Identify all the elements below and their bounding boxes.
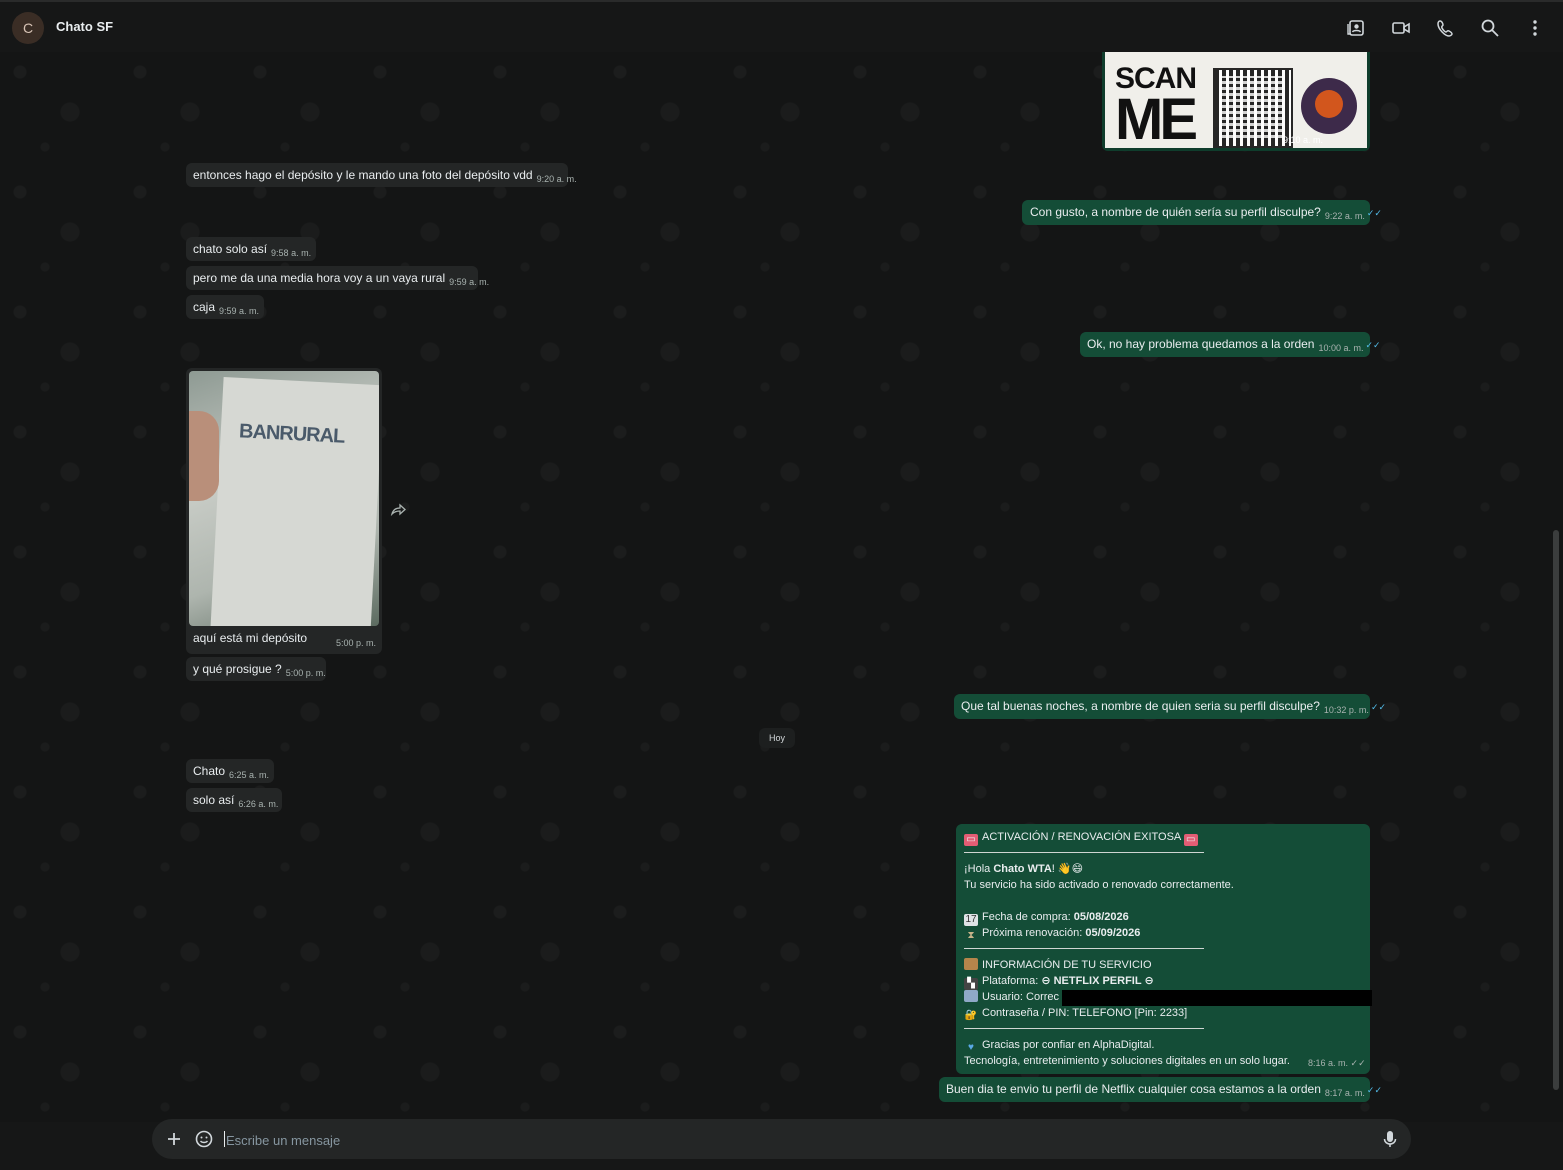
text-caret — [224, 1131, 225, 1147]
activation-message[interactable]: ▭ ACTIVACIÓN / RENOVACIÓN EXITOSA ▭ ¡Hola… — [956, 824, 1370, 1074]
message-text: solo así — [193, 793, 235, 807]
message-bubble-outgoing[interactable]: Que tal buenas noches, a nombre de quien… — [954, 694, 1386, 719]
hourglass-icon: ⧗ — [967, 930, 975, 941]
image-message-incoming[interactable]: BANRURAL aquí está mi depósito 5:00 p. m… — [186, 368, 382, 654]
divider — [964, 852, 1204, 853]
platform-value: ⊖ NETFLIX PERFIL ⊖ — [1041, 975, 1154, 987]
info-header: INFORMACIÓN DE TU SERVICIO — [982, 959, 1152, 971]
purchase-date: 05/08/2026 — [1073, 911, 1129, 923]
message-text: entonces hago el depósito y le mando una… — [193, 168, 533, 182]
read-ticks-icon: ✓✓ — [1370, 702, 1387, 712]
microphone-icon[interactable] — [1380, 1129, 1400, 1149]
message-time: 9:58 a. m. — [271, 248, 312, 258]
message-bubble-outgoing[interactable]: Con gusto, a nombre de quién sería su pe… — [1022, 200, 1382, 225]
receipt-thumb — [189, 411, 219, 501]
message-time: 9:59 a. m. — [449, 277, 490, 287]
forward-icon[interactable] — [390, 502, 406, 518]
message-time: 9:20 a. m. — [536, 174, 577, 184]
message-time: 8:17 a. m. — [1324, 1088, 1365, 1098]
message-text: pero me da una media hora voy a un vaya … — [193, 271, 446, 285]
message-text: Buen dia te envio tu perfil de Netflix c… — [946, 1082, 1321, 1096]
tagline: Tecnología, entretenimiento y soluciones… — [964, 1055, 1290, 1067]
message-text: chato solo así — [193, 242, 268, 256]
message-time: 10:00 a. m. — [1318, 343, 1364, 353]
message-text: y qué prosigue ? — [193, 662, 282, 676]
message-time: 10:32 p. m. — [1323, 705, 1369, 715]
lock-key-icon: 🔐 — [964, 1010, 978, 1021]
message-input[interactable] — [224, 1129, 1368, 1151]
package-icon — [964, 958, 978, 970]
message-bubble-incoming[interactable]: pero me da una media hora voy a un vaya … — [186, 266, 489, 290]
message-text: Chato — [193, 764, 226, 778]
image-caption: aquí está mi depósito — [193, 631, 308, 645]
customer-name: Chato WTA — [993, 863, 1052, 875]
platform-label: Plataforma: — [982, 975, 1042, 987]
qr-poster-image: SCAN ME — [1105, 52, 1367, 151]
message-bubble-incoming[interactable]: solo así 6:26 a. m. — [186, 788, 282, 812]
avatar[interactable]: C — [12, 12, 44, 44]
video-call-icon[interactable] — [1390, 17, 1412, 39]
greeting-prefix: ¡Hola — [964, 863, 994, 875]
chat-header: C Chato SF — [0, 2, 1563, 52]
attach-plus-icon[interactable] — [164, 1129, 184, 1149]
message-bubble-incoming[interactable]: entonces hago el depósito y le mando una… — [186, 163, 577, 187]
message-time-text: 8:16 a. m. — [1308, 1058, 1349, 1068]
ticket-icon: ▭ — [1183, 834, 1198, 846]
user-label: Usuario: Correc — [982, 991, 1060, 1003]
contact-name[interactable]: Chato SF — [56, 19, 113, 34]
divider — [964, 1028, 1204, 1029]
ticket-icon: ▭ — [964, 834, 978, 846]
thanks-line: Gracias por confiar en AlphaDigital. — [982, 1039, 1155, 1051]
search-icon[interactable] — [1479, 17, 1501, 39]
message-time: 6:25 a. m. — [229, 770, 270, 780]
read-ticks-icon: ✓✓ — [1366, 1085, 1383, 1095]
message-text: caja — [193, 300, 216, 314]
message-time: 9:10 a. m. — [1283, 135, 1324, 145]
deposit-receipt-photo[interactable]: BANRURAL — [189, 371, 379, 626]
emoji-sticker-icon[interactable] — [194, 1129, 214, 1149]
message-bubble-outgoing[interactable]: Buen dia te envio tu perfil de Netflix c… — [939, 1077, 1382, 1102]
contact-card-icon[interactable] — [1346, 17, 1368, 39]
message-bubble-incoming[interactable]: chato solo así 9:58 a. m. — [186, 237, 316, 261]
greeting-suffix: ! 👋😄 — [1051, 863, 1084, 875]
date-divider: Hoy — [759, 728, 795, 748]
message-text: Ok, no hay problema quedamos a la orden — [1087, 337, 1315, 351]
status-line: Tu servicio ha sido activado o renovado … — [964, 879, 1234, 891]
read-ticks-icon: ✓✓ — [1365, 340, 1381, 350]
password-line: Contraseña / PIN: TELEFONO [Pin: 2233] — [982, 1007, 1188, 1019]
message-text: Con gusto, a nombre de quién sería su pe… — [1030, 205, 1321, 219]
message-time: 9:22 a. m. — [1324, 211, 1365, 221]
purchase-label: Fecha de compra: — [982, 911, 1074, 923]
message-text: Que tal buenas noches, a nombre de quien… — [961, 699, 1320, 713]
message-bubble-incoming[interactable]: Chato 6:25 a. m. — [186, 759, 274, 783]
message-composer — [152, 1119, 1411, 1159]
message-time: 8:16 a. m. ✓✓ — [1308, 1058, 1366, 1069]
voice-call-icon[interactable] — [1435, 17, 1457, 39]
divider — [964, 948, 1204, 949]
message-time: 5:00 p. m. — [285, 668, 326, 678]
message-time: 9:59 a. m. — [219, 306, 260, 316]
alpha-digital-logo — [1301, 78, 1357, 134]
read-ticks-icon: ✓✓ — [1366, 208, 1382, 218]
receipt-paper — [210, 376, 379, 626]
message-time: 5:00 p. m. — [336, 638, 377, 648]
redaction-bar — [1062, 990, 1372, 1006]
id-card-icon — [964, 990, 978, 1002]
message-bubble-outgoing[interactable]: Ok, no hay problema quedamos a la orden 1… — [1080, 332, 1381, 357]
message-time: 6:26 a. m. — [238, 799, 279, 809]
more-options-icon[interactable] — [1524, 17, 1546, 39]
message-bubble-incoming[interactable]: y qué prosigue ? 5:00 p. m. — [186, 657, 326, 681]
me-label: ME — [1115, 87, 1198, 151]
renewal-date: 05/09/2026 — [1085, 927, 1141, 939]
chat-scrollbar[interactable] — [1553, 530, 1559, 1090]
activation-title: ACTIVACIÓN / RENOVACIÓN EXITOSA — [982, 831, 1181, 843]
read-ticks-icon: ✓✓ — [1350, 1058, 1366, 1068]
qr-image-message[interactable]: SCAN ME — [1102, 52, 1370, 151]
message-bubble-incoming[interactable]: caja 9:59 a. m. — [186, 295, 264, 319]
renewal-label: Próxima renovación: — [982, 927, 1086, 939]
qr-code — [1213, 68, 1293, 148]
